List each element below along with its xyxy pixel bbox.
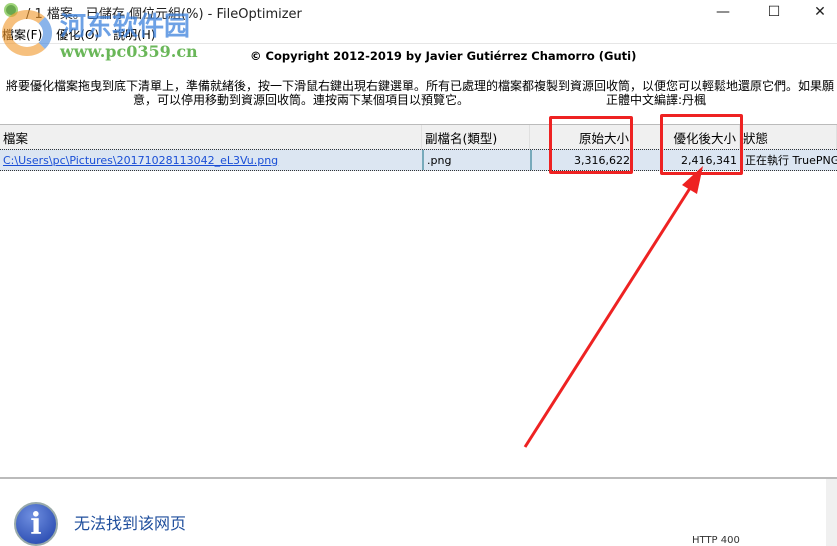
browser-panel: i 无法找到该网页 HTTP 400 <box>0 477 837 546</box>
error-title: 无法找到该网页 <box>74 514 187 533</box>
annotation-arrow <box>523 166 703 448</box>
http-code: HTTP 400 <box>692 535 740 546</box>
watermark-logo <box>2 10 52 56</box>
info-icon: i <box>14 502 58 546</box>
scrollbar[interactable] <box>826 479 837 546</box>
watermark-name: 河东软件园 <box>60 12 191 42</box>
watermark-url: www.pc0359.cn <box>60 42 198 61</box>
